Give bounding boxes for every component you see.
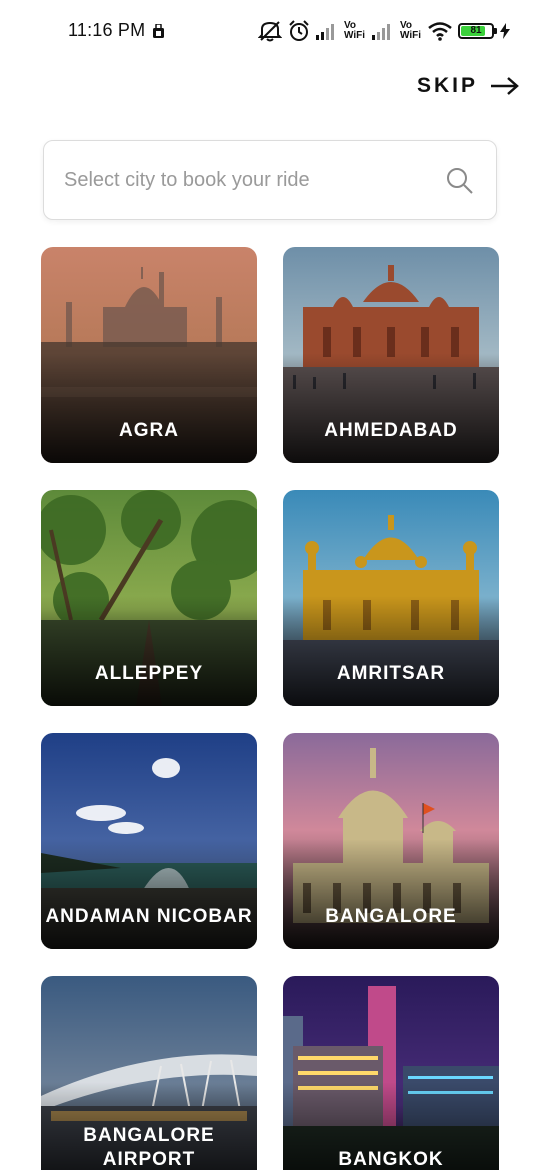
- card-shade: [283, 353, 499, 463]
- battery-level: 81: [470, 25, 482, 36]
- vowifi-label-1: Vo WiFi: [344, 20, 366, 41]
- battery-indicator: 81: [458, 23, 497, 39]
- city-search-input[interactable]: [64, 141, 434, 219]
- card-shade: [41, 596, 257, 706]
- city-card-bangalore-airport[interactable]: BANGALORE AIRPORT: [41, 976, 257, 1170]
- city-search-box: [43, 140, 497, 220]
- signal-icon-1: [316, 24, 334, 40]
- city-card-bangalore[interactable]: BANGALORE: [283, 733, 499, 949]
- city-label: BANGALORE: [325, 906, 457, 927]
- card-shade: [283, 596, 499, 706]
- city-card-ahmedabad[interactable]: AHMEDABAD: [283, 247, 499, 463]
- signal-icon-2: [372, 24, 390, 40]
- status-bar: 11:16 PM Vo WiFi Vo WiFi 81: [0, 0, 540, 62]
- city-card-bangkok[interactable]: BANGKOK: [283, 976, 499, 1170]
- card-shade: [41, 839, 257, 949]
- skip-label: SKIP: [416, 74, 478, 97]
- city-card-amritsar[interactable]: AMRITSAR: [283, 490, 499, 706]
- city-label: AMRITSAR: [336, 663, 446, 684]
- city-label: AGRA: [119, 420, 179, 441]
- city-card-agra[interactable]: AGRA: [41, 247, 257, 463]
- charging-icon: [500, 23, 510, 39]
- wifi-icon: [428, 22, 452, 41]
- search-icon[interactable]: [446, 167, 474, 195]
- city-card-alleppey[interactable]: ALLEPPEY: [41, 490, 257, 706]
- arrow-right-icon: [491, 77, 519, 95]
- city-label: BANGKOK: [338, 1149, 444, 1170]
- status-icons: Vo WiFi Vo WiFi 81: [258, 18, 510, 44]
- vowifi-label-2: Vo WiFi: [400, 20, 422, 41]
- city-card-andaman-nicobar[interactable]: ANDAMAN NICOBAR: [41, 733, 257, 949]
- card-shade: [283, 839, 499, 949]
- status-time: 11:16 PM: [68, 20, 146, 40]
- card-shade: [41, 353, 257, 463]
- city-label: ALLEPPEY: [94, 663, 204, 684]
- city-label: BANGALORE AIRPORT: [83, 1125, 215, 1170]
- mute-icon: [258, 21, 282, 42]
- battery-tip: [494, 28, 497, 34]
- alarm-icon: [289, 20, 309, 41]
- city-label: ANDAMAN NICOBAR: [45, 906, 253, 927]
- lock-icon: [153, 24, 164, 38]
- city-label: AHMEDABAD: [324, 420, 458, 441]
- skip-button[interactable]: SKIP: [417, 70, 520, 102]
